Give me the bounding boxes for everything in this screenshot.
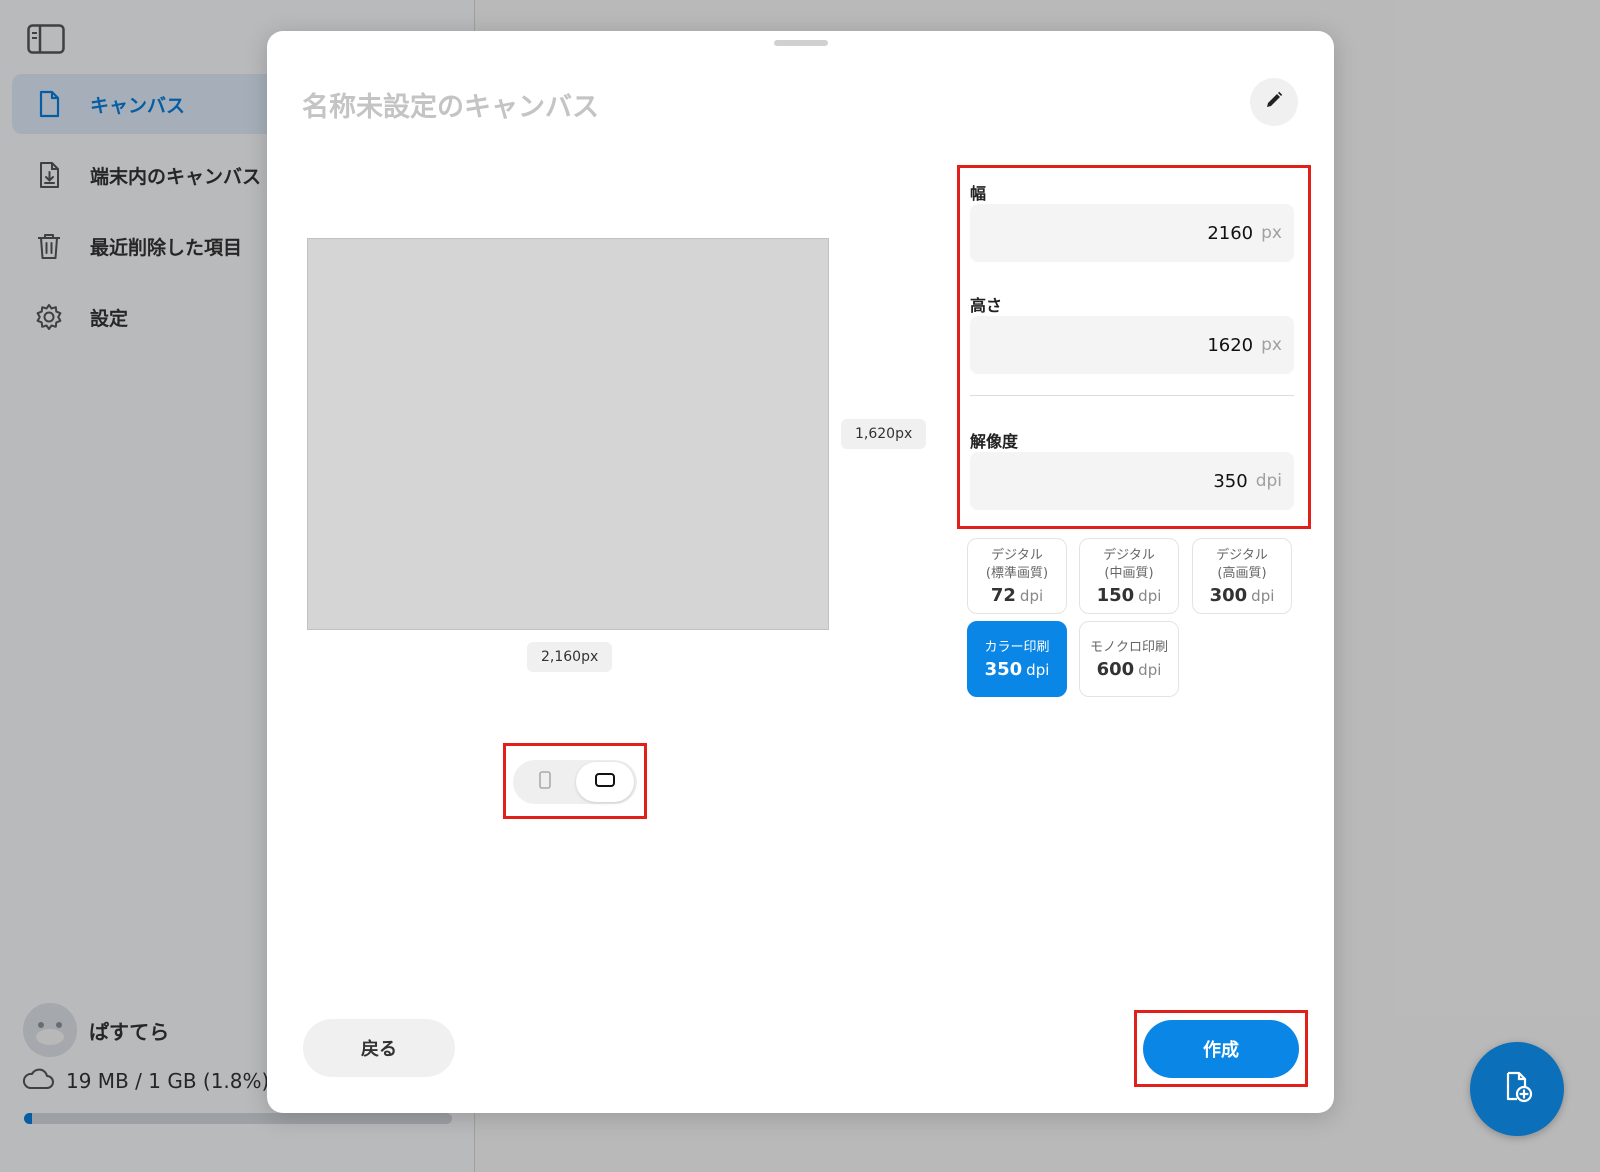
preset-subname: (中画質) bbox=[1104, 565, 1154, 581]
resolution-label: 解像度 bbox=[970, 432, 1019, 451]
preset-value: 72 dpi bbox=[991, 585, 1043, 606]
preset-unit: dpi bbox=[1251, 586, 1275, 605]
canvas-preview bbox=[307, 238, 829, 630]
preset-value-number: 150 bbox=[1096, 584, 1135, 606]
preset-name: デジタル bbox=[1216, 547, 1268, 563]
preset-color-print[interactable]: カラー印刷 350 dpi bbox=[967, 621, 1067, 697]
canvas-name-title[interactable]: 名称未設定のキャンバス bbox=[302, 85, 599, 124]
preset-name: デジタル bbox=[1103, 547, 1155, 563]
edit-name-button[interactable] bbox=[1250, 78, 1298, 126]
preset-unit: dpi bbox=[1019, 586, 1044, 605]
height-label: 高さ bbox=[970, 296, 1003, 315]
preset-value: 300 dpi bbox=[1210, 585, 1275, 606]
preset-mono-print[interactable]: モノクロ印刷 600 dpi bbox=[1079, 621, 1179, 697]
preset-subname: (高画質) bbox=[1217, 565, 1267, 581]
size-settings-highlight: 幅 2160 px 高さ 1620 px 解像度 350 dpi bbox=[957, 165, 1311, 529]
preset-unit: dpi bbox=[1138, 660, 1162, 679]
preset-name: モノクロ印刷 bbox=[1089, 639, 1168, 655]
preset-value-number: 300 bbox=[1209, 584, 1248, 606]
resolution-unit: dpi bbox=[1255, 471, 1282, 491]
height-input[interactable]: 1620 px bbox=[970, 316, 1294, 374]
preset-digital-standard[interactable]: デジタル (標準画質) 72 dpi bbox=[967, 538, 1067, 614]
preset-value-number: 350 bbox=[984, 658, 1023, 680]
width-dimension-label: 2,160px bbox=[527, 642, 613, 672]
new-canvas-fab[interactable] bbox=[1470, 1042, 1564, 1136]
create-button[interactable]: 作成 bbox=[1143, 1020, 1299, 1078]
orientation-highlight bbox=[503, 743, 647, 819]
form-divider bbox=[970, 395, 1294, 396]
preset-value: 600 dpi bbox=[1097, 659, 1162, 680]
orientation-portrait[interactable] bbox=[516, 762, 574, 802]
portrait-icon bbox=[538, 770, 552, 794]
resolution-input[interactable]: 350 dpi bbox=[970, 452, 1294, 510]
preset-digital-medium[interactable]: デジタル (中画質) 150 dpi bbox=[1079, 538, 1179, 614]
preset-value: 350 dpi bbox=[985, 659, 1050, 680]
preset-digital-high[interactable]: デジタル (高画質) 300 dpi bbox=[1192, 538, 1292, 614]
height-value: 1620 bbox=[1207, 334, 1254, 356]
pencil-icon bbox=[1265, 91, 1283, 113]
orientation-landscape[interactable] bbox=[576, 762, 634, 802]
preset-value-number: 72 bbox=[990, 584, 1016, 606]
preset-subname: (標準画質) bbox=[985, 565, 1049, 581]
back-button[interactable]: 戻る bbox=[303, 1019, 455, 1077]
new-document-icon bbox=[1500, 1070, 1534, 1108]
sheet-grabber[interactable] bbox=[774, 40, 828, 46]
orientation-toggle[interactable] bbox=[513, 760, 637, 804]
new-canvas-dialog: 名称未設定のキャンバス 1,620px 2,160px 幅 2160 px 高さ… bbox=[267, 31, 1334, 1113]
landscape-icon bbox=[594, 772, 616, 792]
width-unit: px bbox=[1261, 223, 1282, 243]
preset-name: デジタル bbox=[991, 547, 1043, 563]
height-dimension-label: 1,620px bbox=[841, 419, 927, 449]
preset-unit: dpi bbox=[1026, 660, 1050, 679]
preset-value-number: 600 bbox=[1096, 658, 1135, 680]
width-input[interactable]: 2160 px bbox=[970, 204, 1294, 262]
preset-name: カラー印刷 bbox=[984, 639, 1050, 655]
preset-value: 150 dpi bbox=[1097, 585, 1162, 606]
create-highlight: 作成 bbox=[1134, 1010, 1308, 1087]
height-unit: px bbox=[1261, 335, 1282, 355]
preset-unit: dpi bbox=[1138, 586, 1162, 605]
width-label: 幅 bbox=[970, 184, 987, 203]
resolution-value: 350 bbox=[1213, 470, 1248, 492]
width-value: 2160 bbox=[1207, 222, 1254, 244]
